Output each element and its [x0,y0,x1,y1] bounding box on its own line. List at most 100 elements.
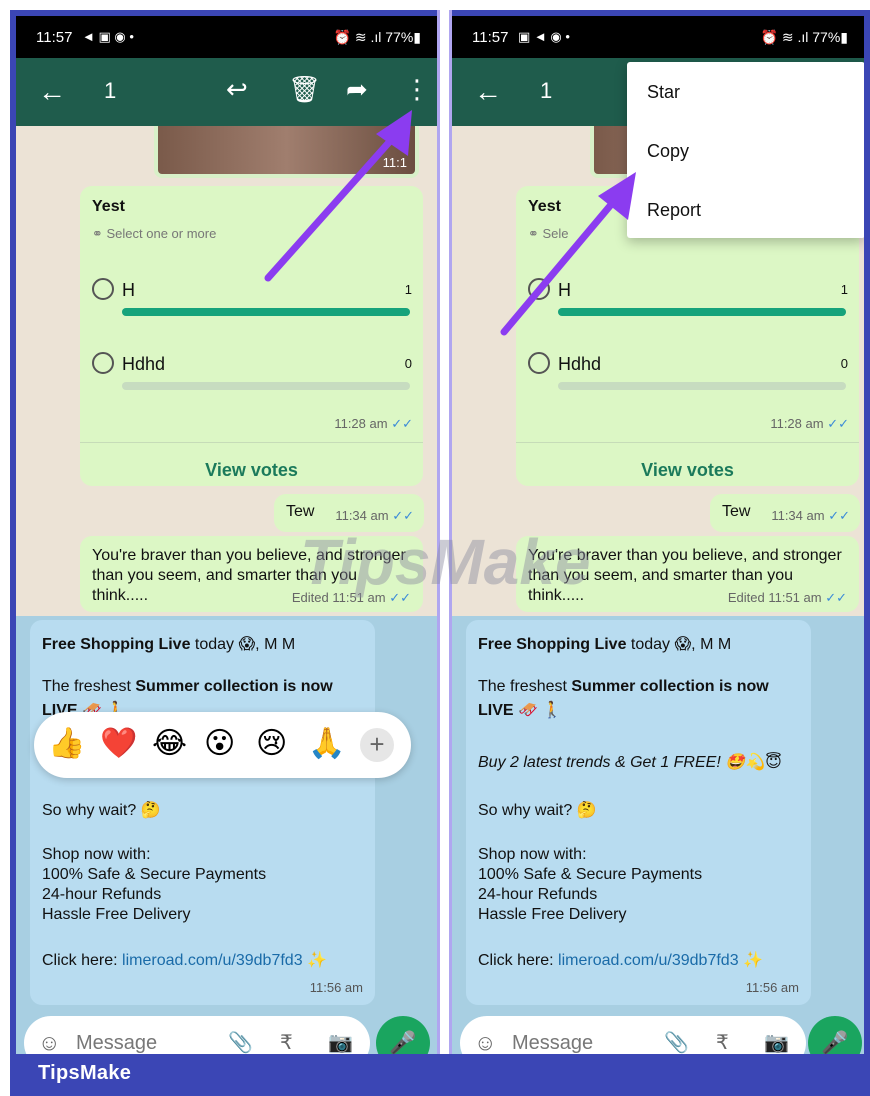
footer-brand: TipsMake [38,1062,132,1084]
mic-icon: 🎤 [821,1030,849,1054]
add-reaction-icon[interactable]: + [360,728,394,762]
selected-count: 1 [104,78,117,103]
poll-progress-bar [122,382,410,390]
promo-text: today 😱, M M [190,636,296,653]
status-time: 11:57 [472,29,509,46]
mic-icon: 🎤 [389,1030,417,1054]
laugh-reaction[interactable]: 😂 [152,726,187,761]
message-bubble[interactable]: Tew 11:34 am ✓✓ [274,494,424,532]
promo-line: 100% Safe & Secure Payments [478,866,703,883]
arrow-left-icon[interactable]: ← [38,76,66,108]
message-time: 11:34 am ✓✓ [335,508,414,524]
promo-message[interactable]: Free Shopping Live today 😱, M M The fres… [30,620,375,1005]
promo-line: So why wait? 🤔 [42,802,161,819]
attach-icon[interactable]: 📎 [664,1030,689,1054]
arrow-left-icon[interactable]: ← [474,76,502,108]
message-bubble[interactable]: Tew 11:34 am ✓✓ [710,494,860,532]
read-ticks-icon: ✓✓ [827,416,849,431]
promo-line: LIVE 🛷 🚶 [478,700,562,720]
surprised-reaction[interactable]: 😮 [204,726,235,761]
panel-divider [437,10,452,1060]
message-bubble[interactable]: You're braver than you believe, and stro… [516,536,859,612]
divider [516,442,859,443]
view-votes-button[interactable]: View votes [80,460,423,481]
promo-time: 11:56 am [745,980,799,995]
message-input[interactable]: Message [76,1032,157,1054]
radio-button[interactable] [528,352,550,374]
promo-bold: Summer collection is now [135,678,333,695]
promo-line: The freshest Summer collection is now [42,678,333,696]
emoji-icon[interactable]: ☺ [474,1030,496,1054]
promo-link[interactable]: limeroad.com/u/39db7fd3 [122,952,303,969]
message-text: Tew [286,503,315,520]
message-input-bar[interactable]: ☺ Message 📎 ₹ 📷 [460,1016,806,1054]
radio-button[interactable] [92,352,114,374]
arrow-shaft [264,126,404,282]
frame-border-right [864,10,870,1060]
message-input-bar[interactable]: ☺ Message 📎 ₹ 📷 [24,1016,370,1054]
promo-line: Buy 2 latest trends & Get 1 FREE! 🤩💫😇 [478,754,782,771]
status-right: ⏰ ≋ .ıl 77%▮ [760,29,848,45]
poll-progress-bar [122,308,410,316]
heart-reaction[interactable]: ❤️ [100,726,137,761]
thumbs-up-reaction[interactable]: 👍 [48,726,85,761]
camera-icon[interactable]: 📷 [764,1030,789,1054]
promo-bold: LIVE 🛷 🚶 [478,702,563,719]
message-time: 11:34 am ✓✓ [771,508,850,524]
selected-count: 1 [540,78,553,103]
promo-line: Click here: limeroad.com/u/39db7fd3 ✨ [478,950,763,970]
poll-option-votes: 0 [840,356,848,371]
promo-line: 24-hour Refunds [42,886,162,903]
message-input[interactable]: Message [512,1032,593,1054]
reaction-bar: 👍 ❤️ 😂 😮 😢 🙏 + [34,712,411,778]
overflow-menu: Star Copy Report [627,62,864,238]
message-time: Edited 11:51 am ✓✓ [728,590,847,606]
read-ticks-icon: ✓✓ [825,590,847,605]
payment-icon[interactable]: ₹ [716,1030,729,1054]
poll-time-text: 11:28 am [334,416,388,431]
camera-icon[interactable]: 📷 [328,1030,353,1054]
divider [80,442,423,443]
promo-line: Shop now with: [478,846,587,863]
message-time-text: Edited 11:51 am [727,590,822,605]
emoji-icon[interactable]: ☺ [38,1030,60,1054]
promo-line: Hassle Free Delivery [478,906,627,923]
pray-reaction[interactable]: 🙏 [308,726,345,761]
attach-icon[interactable]: 📎 [228,1030,253,1054]
promo-text: today 😱, M M [626,636,732,653]
poll-option[interactable]: Hdhd 0 [528,348,848,390]
status-icons: ◄ ▣ ◉ • [82,29,134,44]
promo-line: 100% Safe & Secure Payments [42,866,267,883]
poll-progress-bar [558,382,846,390]
message-bubble[interactable]: You're braver than you believe, and stro… [80,536,423,612]
poll-time-text: 11:28 am [770,416,824,431]
radio-button[interactable] [92,278,114,300]
poll-question: Yest [92,198,125,215]
poll-option-label: H [122,280,135,300]
view-votes-button[interactable]: View votes [516,460,859,481]
read-ticks-icon: ✓✓ [389,590,411,605]
poll-option-votes: 0 [404,356,412,371]
status-icons: ▣ ◄ ◉ • [518,29,570,44]
read-ticks-icon: ✓✓ [828,508,850,523]
menu-item-star[interactable]: Star [647,82,680,103]
promo-line: Shop now with: [42,846,151,863]
poll-progress-fill [122,308,410,316]
message-time: Edited 11:51 am ✓✓ [292,590,411,606]
promo-bold: Summer collection is now [571,678,769,695]
poll-time: 11:28 am ✓✓ [334,416,413,432]
promo-line: The freshest Summer collection is now [478,678,769,696]
poll-option[interactable]: Hdhd 0 [92,348,412,390]
sad-reaction[interactable]: 😢 [256,726,287,761]
promo-text: Click here: [478,952,559,969]
promo-link[interactable]: limeroad.com/u/39db7fd3 [558,952,739,969]
poll-option-label: Hdhd [122,354,166,374]
menu-item-copy[interactable]: Copy [647,141,689,162]
annotation-arrow [500,172,636,336]
reply-icon[interactable]: ↩ [226,74,248,105]
promo-bold: Free Shopping Live [42,636,191,653]
promo-message[interactable]: Free Shopping Live today 😱, M M The fres… [466,620,811,1005]
status-right: ⏰ ≋ .ıl 77%▮ [333,29,421,45]
payment-icon[interactable]: ₹ [280,1030,293,1054]
poll-time: 11:28 am ✓✓ [770,416,849,432]
